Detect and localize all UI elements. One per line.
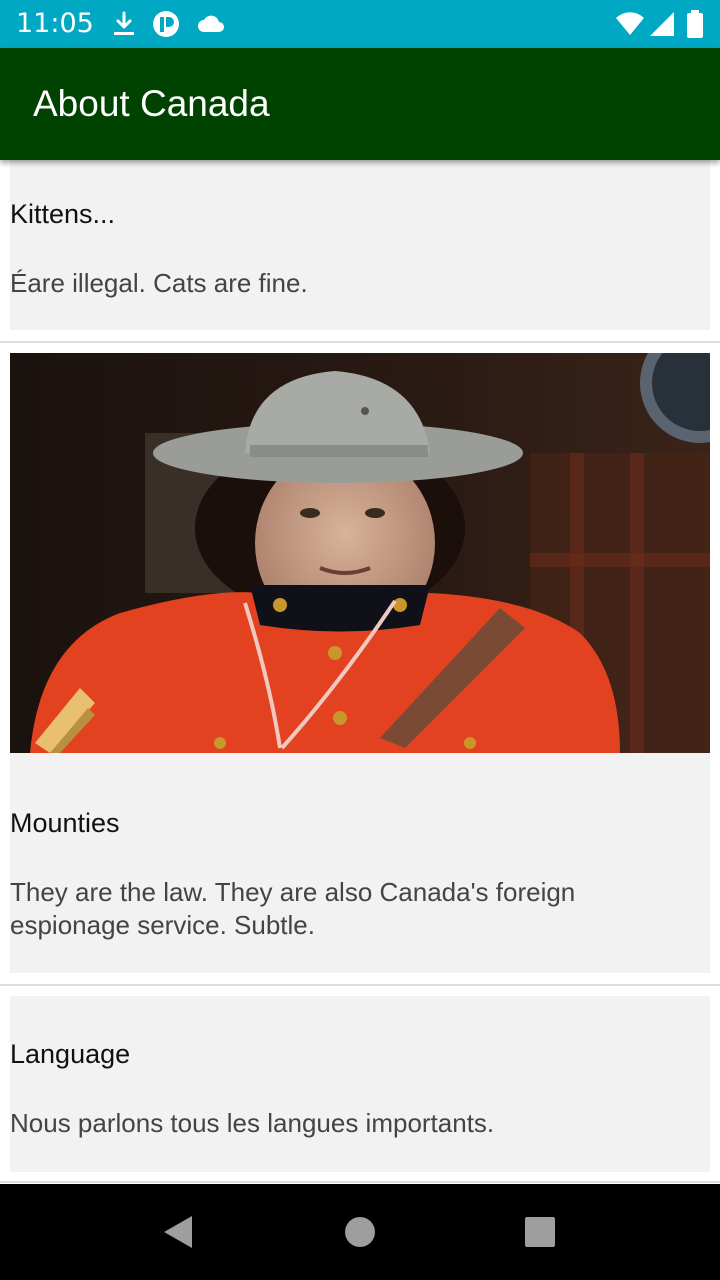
divider (0, 984, 720, 986)
navigation-bar (0, 1184, 720, 1280)
card-body: They are the law. They are also Canada's… (10, 877, 576, 940)
card-body: Nous parlons tous les langues importants… (10, 1108, 495, 1138)
card-mounties[interactable]: Mounties They are the law. They are also… (10, 353, 710, 973)
cloud-icon (196, 10, 224, 38)
recents-icon[interactable] (520, 1212, 560, 1252)
status-bar: 11:05 (0, 0, 720, 48)
status-time: 11:05 (16, 8, 94, 39)
card-body: Éare illegal. Cats are fine. (10, 268, 308, 298)
card-title: Mounties (10, 808, 120, 838)
card-kittens[interactable]: Kittens... Éare illegal. Cats are fine. (10, 160, 710, 330)
divider (0, 1181, 720, 1183)
card-list[interactable]: Kittens... Éare illegal. Cats are fine. (0, 160, 720, 1184)
card-title: Language (10, 1039, 131, 1069)
app-notification-icon (152, 10, 180, 38)
divider (0, 341, 720, 343)
card-language[interactable]: Language Nous parlons tous les langues i… (10, 996, 710, 1172)
app-bar: About Canada (0, 48, 720, 160)
card-title: Kittens... (10, 199, 116, 229)
battery-icon (686, 10, 714, 38)
mountie-photo (10, 353, 710, 753)
back-icon[interactable] (158, 1212, 198, 1252)
home-icon[interactable] (340, 1212, 380, 1252)
wifi-icon (615, 10, 644, 38)
page-title: About Canada (33, 83, 270, 124)
download-icon (110, 10, 138, 38)
cellular-signal-icon (648, 10, 676, 38)
